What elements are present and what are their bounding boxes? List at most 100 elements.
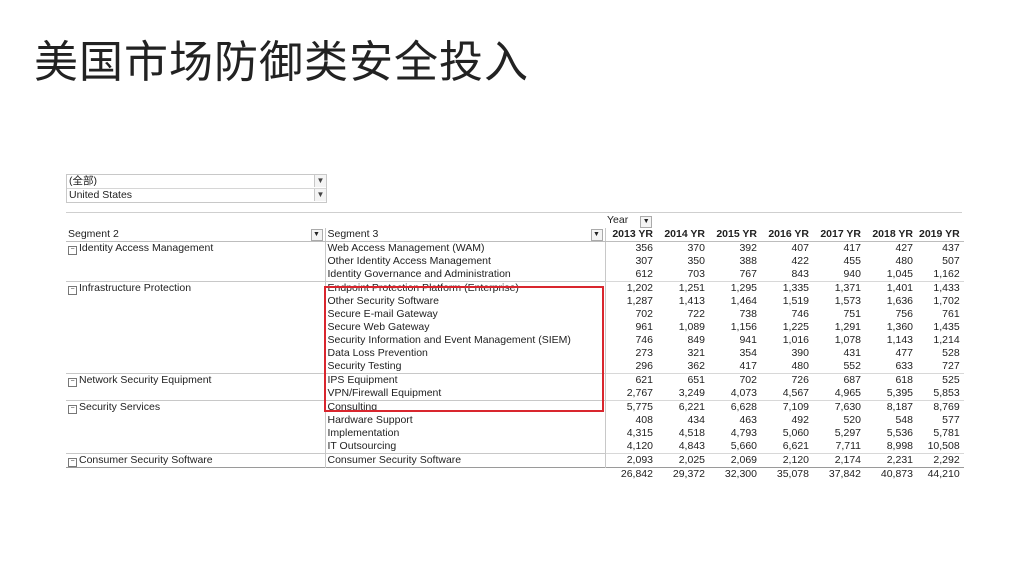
value-cell: 528 bbox=[942, 347, 960, 359]
blank-cell bbox=[66, 295, 326, 308]
dropdown-arrow-icon[interactable]: ▼ bbox=[314, 175, 326, 187]
group-label: Identity Access Management bbox=[79, 242, 214, 254]
segment3-header-label: Segment 3 bbox=[327, 228, 379, 240]
filter-all-row[interactable]: (全部) ▼ bbox=[67, 175, 326, 189]
year-header: 2013 YR bbox=[605, 228, 657, 242]
value-cell: 5,060 bbox=[782, 427, 809, 439]
filter-funnel-icon[interactable]: ▼ bbox=[590, 229, 603, 241]
value-cell: 10,508 bbox=[927, 440, 960, 452]
value-cell: 2,292 bbox=[917, 453, 964, 468]
value-cell: 1,225 bbox=[782, 321, 809, 333]
collapse-icon[interactable]: − bbox=[68, 405, 77, 414]
value-cell: 7,109 bbox=[761, 400, 813, 414]
segment2-header[interactable]: Segment 2 ▼ bbox=[66, 228, 326, 242]
blank-cell bbox=[865, 214, 917, 228]
value-cell: 703 bbox=[687, 268, 705, 280]
value-cell: 1,078 bbox=[834, 334, 861, 346]
group-label-cell: − Consumer Security Software bbox=[66, 453, 326, 468]
dropdown-arrow-icon[interactable]: ▼ bbox=[640, 216, 653, 228]
value-cell: 1,202 bbox=[605, 281, 657, 295]
group-label-cell: − Infrastructure Protection bbox=[66, 281, 326, 295]
value-cell: 2,093 bbox=[605, 453, 657, 468]
value-cell: 1,162 bbox=[933, 268, 960, 280]
value-cell: 1,287 bbox=[626, 295, 653, 307]
dropdown-arrow-icon[interactable]: ▼ bbox=[310, 229, 323, 241]
value-cell: 1,045 bbox=[886, 268, 913, 280]
value-cell: 507 bbox=[942, 255, 960, 267]
table-row: IT Outsourcing 4,120 4,843 5,660 6,621 7,711 8… bbox=[66, 440, 964, 454]
blank-cell bbox=[917, 214, 964, 228]
value-cell: 1,435 bbox=[933, 321, 960, 333]
group-label-cell: − Network Security Equipment bbox=[66, 373, 326, 387]
blank-cell bbox=[66, 387, 326, 401]
blank-cell bbox=[761, 214, 813, 228]
collapse-icon[interactable]: − bbox=[68, 458, 77, 467]
value-cell: 727 bbox=[942, 360, 960, 372]
value-cell: 552 bbox=[843, 360, 861, 372]
blank-cell bbox=[66, 334, 326, 347]
year-field-header[interactable]: Year ▼ bbox=[605, 214, 709, 228]
year-header: 2018 YR bbox=[865, 228, 917, 242]
value-cell: 273 bbox=[635, 347, 653, 359]
value-cell: 7,711 bbox=[835, 440, 862, 452]
table-row: Identity Governance and Administration 61… bbox=[66, 268, 964, 282]
filter-country-row[interactable]: United States ▼ bbox=[67, 189, 326, 202]
total-cell: 37,842 bbox=[813, 467, 865, 481]
value-cell: 8,998 bbox=[886, 440, 913, 452]
value-cell: 390 bbox=[791, 347, 809, 359]
collapse-icon[interactable]: − bbox=[68, 378, 77, 387]
value-cell: 307 bbox=[635, 255, 653, 267]
value-cell: 4,965 bbox=[834, 387, 861, 399]
table-top-divider bbox=[66, 212, 962, 213]
value-cell: 492 bbox=[791, 414, 809, 426]
value-cell: 2,025 bbox=[657, 453, 709, 468]
value-cell: 1,702 bbox=[933, 295, 960, 307]
value-cell: 4,518 bbox=[678, 427, 705, 439]
segment3-label: Hardware Support bbox=[325, 414, 606, 427]
blank-cell bbox=[66, 255, 326, 268]
value-cell: 437 bbox=[917, 241, 964, 255]
segment3-header[interactable]: Segment 3 ▼ bbox=[325, 228, 606, 242]
segment2-header-label: Segment 2 bbox=[68, 228, 119, 240]
value-cell: 849 bbox=[687, 334, 705, 346]
value-cell: 4,567 bbox=[782, 387, 809, 399]
value-cell: 8,187 bbox=[865, 400, 917, 414]
blank-cell bbox=[66, 268, 326, 282]
value-cell: 1,401 bbox=[865, 281, 917, 295]
value-cell: 2,174 bbox=[813, 453, 865, 468]
value-cell: 296 bbox=[635, 360, 653, 372]
value-cell: 1,156 bbox=[730, 321, 757, 333]
segment3-label: IT Outsourcing bbox=[325, 440, 606, 454]
total-cell: 40,873 bbox=[865, 467, 917, 481]
blank-cell bbox=[66, 427, 326, 440]
value-cell: 321 bbox=[687, 347, 705, 359]
blank-cell bbox=[66, 467, 325, 481]
table-row: Other Identity Access Management 307 350 38… bbox=[66, 255, 964, 268]
segment3-label: Identity Governance and Administration bbox=[325, 268, 606, 282]
value-cell: 434 bbox=[687, 414, 705, 426]
value-cell: 5,395 bbox=[886, 387, 913, 399]
blank-cell bbox=[325, 214, 605, 228]
value-cell: 362 bbox=[687, 360, 705, 372]
total-cell: 32,300 bbox=[709, 467, 761, 481]
value-cell: 431 bbox=[843, 347, 861, 359]
table-row: − Identity Access Management Web Access Ma… bbox=[66, 241, 964, 255]
collapse-icon[interactable]: − bbox=[68, 286, 77, 295]
value-cell: 548 bbox=[895, 414, 913, 426]
value-cell: 350 bbox=[687, 255, 705, 267]
value-cell: 612 bbox=[635, 268, 653, 280]
collapse-icon[interactable]: − bbox=[68, 246, 77, 255]
value-cell: 1,214 bbox=[933, 334, 960, 346]
year-label-row: Year ▼ bbox=[66, 214, 964, 228]
total-cell: 44,210 bbox=[917, 467, 964, 481]
value-cell: 417 bbox=[813, 241, 865, 255]
value-cell: 1,413 bbox=[678, 295, 705, 307]
value-cell: 2,069 bbox=[709, 453, 761, 468]
value-cell: 756 bbox=[895, 308, 913, 320]
value-cell: 463 bbox=[739, 414, 757, 426]
filter-funnel-icon[interactable]: ▼ bbox=[314, 189, 326, 201]
value-cell: 3,249 bbox=[678, 387, 705, 399]
table-row: Implementation 4,315 4,518 4,793 5,060 5,297 5… bbox=[66, 427, 964, 440]
value-cell: 392 bbox=[709, 241, 761, 255]
value-cell: 480 bbox=[895, 255, 913, 267]
